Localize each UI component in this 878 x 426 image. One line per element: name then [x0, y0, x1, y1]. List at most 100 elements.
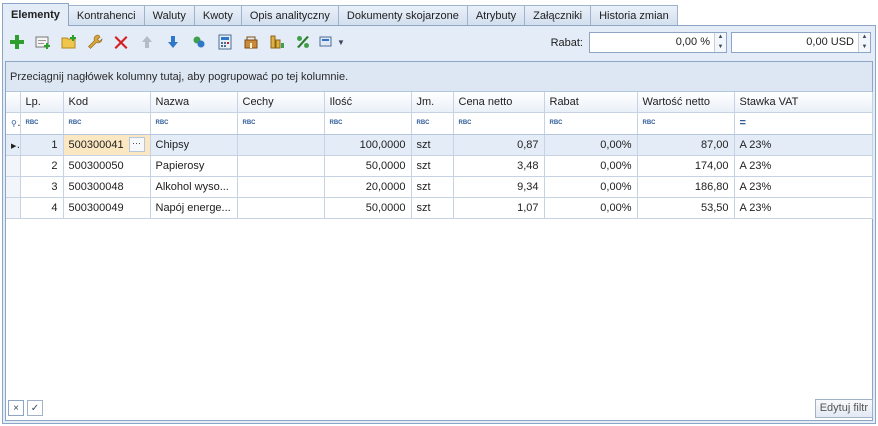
tab-zalaczniki[interactable]: Załączniki [524, 5, 592, 26]
cell-stawka-vat[interactable]: A 23% [734, 155, 873, 177]
cell-jm[interactable]: szt [411, 176, 454, 198]
group-by-area[interactable]: Przeciągnij nagłówek kolumny tutaj, aby … [6, 62, 872, 92]
filter-cell-nazwa[interactable]: RBC [150, 112, 238, 135]
cell-lp[interactable]: 4 [20, 197, 64, 219]
add-from-list-button[interactable] [57, 31, 81, 53]
column-header-kod[interactable]: Kod [63, 92, 151, 113]
cell-wartosc-netto[interactable]: 87,00 [637, 134, 735, 156]
cell-nazwa[interactable]: Napój energe... [150, 197, 238, 219]
more-options-button[interactable]: ▼ [317, 31, 347, 53]
cell-jm[interactable]: szt [411, 197, 454, 219]
filter-cell-stawka-vat[interactable]: = [734, 112, 873, 135]
percent-button[interactable] [291, 31, 315, 53]
cell-kod[interactable]: 500300049 [63, 197, 151, 219]
cell-lp[interactable]: 2 [20, 155, 64, 177]
cell-cechy[interactable] [237, 134, 325, 156]
cell-cechy[interactable] [237, 155, 325, 177]
delete-button[interactable] [109, 31, 133, 53]
column-header-lp[interactable]: Lp. [20, 92, 64, 113]
cell-nazwa[interactable]: Chipsy [150, 134, 238, 156]
column-header-wartosc-netto[interactable]: Wartość netto [637, 92, 735, 113]
row-indicator[interactable] [6, 155, 21, 177]
table-row[interactable]: ▶ 1 500300041 ··· Chipsy 100,0000 szt 0,… [6, 134, 873, 156]
add-button[interactable] [5, 31, 29, 53]
cell-jm[interactable]: szt [411, 155, 454, 177]
edit-button[interactable] [83, 31, 107, 53]
cell-wartosc-netto[interactable]: 53,50 [637, 197, 735, 219]
cell-cena-netto[interactable]: 1,07 [453, 197, 545, 219]
cell-lp[interactable]: 3 [20, 176, 64, 198]
clear-filter-button[interactable]: × [8, 400, 24, 416]
spin-down-icon[interactable]: ▼ [859, 43, 870, 53]
cell-stawka-vat[interactable]: A 23% [734, 134, 873, 156]
rabat-percent-spinner[interactable]: ▲ ▼ [714, 33, 726, 52]
column-header-nazwa[interactable]: Nazwa [150, 92, 238, 113]
column-header-cena-netto[interactable]: Cena netto [453, 92, 545, 113]
cell-lp[interactable]: 1 [20, 134, 64, 156]
tab-opis-analityczny[interactable]: Opis analityczny [240, 5, 339, 26]
move-up-button[interactable] [135, 31, 159, 53]
filter-cell-jm[interactable]: RBC [411, 112, 454, 135]
cell-ilosc[interactable]: 100,0000 [324, 134, 412, 156]
column-header-rabat[interactable]: Rabat [544, 92, 638, 113]
cell-rabat[interactable]: 0,00% [544, 155, 638, 177]
cell-kod[interactable]: 500300050 [63, 155, 151, 177]
tab-elementy[interactable]: Elementy [2, 3, 69, 26]
tab-kontrahenci[interactable]: Kontrahenci [67, 5, 145, 26]
tab-kwoty[interactable]: Kwoty [193, 5, 242, 26]
filter-cell-lp[interactable]: RBC [20, 112, 64, 135]
add-item-button[interactable] [31, 31, 55, 53]
calculator-button[interactable] [213, 31, 237, 53]
rabat-percent-field[interactable]: 0,00 % ▲ ▼ [589, 32, 727, 53]
cell-kod[interactable]: 500300041 ··· [63, 134, 151, 156]
spin-down-icon[interactable]: ▼ [715, 43, 726, 53]
edit-filter-button[interactable]: Edytuj filtr [814, 399, 873, 418]
table-row[interactable]: 4 500300049 Napój energe... 50,0000 szt … [6, 197, 873, 219]
cell-ilosc[interactable]: 50,0000 [324, 197, 412, 219]
column-header-cechy[interactable]: Cechy [237, 92, 325, 113]
cell-rabat[interactable]: 0,00% [544, 197, 638, 219]
row-indicator[interactable]: ▶ [6, 134, 21, 156]
column-header-stawka-vat[interactable]: Stawka VAT [734, 92, 873, 113]
filter-cell-wartosc-netto[interactable]: RBC [637, 112, 735, 135]
cell-ilosc[interactable]: 50,0000 [324, 155, 412, 177]
cell-rabat[interactable]: 0,00% [544, 176, 638, 198]
rabat-percent-value[interactable]: 0,00 % [590, 33, 714, 52]
cell-wartosc-netto[interactable]: 186,80 [637, 176, 735, 198]
tab-historia-zmian[interactable]: Historia zmian [590, 5, 678, 26]
tab-atrybuty[interactable]: Atrybuty [466, 5, 526, 26]
row-indicator[interactable] [6, 176, 21, 198]
spin-up-icon[interactable]: ▲ [715, 33, 726, 43]
cell-rabat[interactable]: 0,00% [544, 134, 638, 156]
cell-stawka-vat[interactable]: A 23% [734, 197, 873, 219]
cell-stawka-vat[interactable]: A 23% [734, 176, 873, 198]
cell-kod[interactable]: 500300048 [63, 176, 151, 198]
cell-cechy[interactable] [237, 176, 325, 198]
filter-cell-cena-netto[interactable]: RBC [453, 112, 545, 135]
filter-cell-ilosc[interactable]: RBC [324, 112, 412, 135]
cell-cechy[interactable] [237, 197, 325, 219]
cell-cena-netto[interactable]: 3,48 [453, 155, 545, 177]
cell-nazwa[interactable]: Papierosy [150, 155, 238, 177]
stock-button[interactable] [265, 31, 289, 53]
move-down-button[interactable] [161, 31, 185, 53]
filter-cell-cechy[interactable]: RBC [237, 112, 325, 135]
filter-cell-kod[interactable]: RBC [63, 112, 151, 135]
cell-cena-netto[interactable]: 0,87 [453, 134, 545, 156]
row-indicator[interactable] [6, 197, 21, 219]
table-row[interactable]: 3 500300048 Alkohol wyso... 20,0000 szt … [6, 176, 873, 198]
spin-up-icon[interactable]: ▲ [859, 33, 870, 43]
shop-button[interactable] [239, 31, 263, 53]
column-header-ilosc[interactable]: Ilość [324, 92, 412, 113]
filter-cell-rabat[interactable]: RBC [544, 112, 638, 135]
cell-jm[interactable]: szt [411, 134, 454, 156]
tab-waluty[interactable]: Waluty [143, 5, 195, 26]
cell-wartosc-netto[interactable]: 174,00 [637, 155, 735, 177]
cell-cena-netto[interactable]: 9,34 [453, 176, 545, 198]
enable-filter-checkbox[interactable]: ✓ [27, 400, 43, 416]
table-row[interactable]: 2 500300050 Papierosy 50,0000 szt 3,48 0… [6, 155, 873, 177]
cell-nazwa[interactable]: Alkohol wyso... [150, 176, 238, 198]
column-header-jm[interactable]: Jm. [411, 92, 454, 113]
ellipsis-button[interactable]: ··· [128, 137, 145, 152]
refresh-button[interactable] [187, 31, 211, 53]
